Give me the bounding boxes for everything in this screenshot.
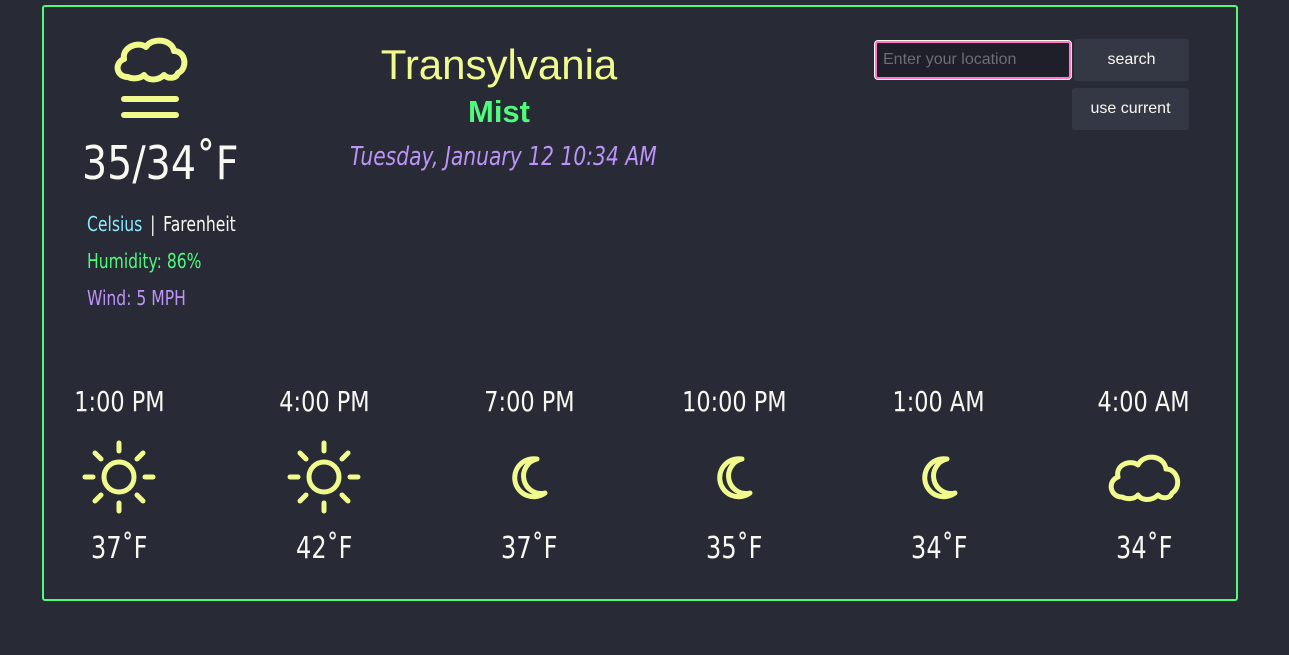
forecast-time: 1:00 PM bbox=[73, 385, 165, 418]
forecast-temperature: 34˚F bbox=[910, 531, 968, 566]
forecast-item: 4:00 PM 42˚F bbox=[249, 379, 399, 579]
current-temperature: 35/34˚F bbox=[82, 136, 239, 190]
sun-icon bbox=[287, 440, 361, 514]
forecast-temperature: 37˚F bbox=[500, 531, 558, 566]
weather-card: 35/34˚F Celsius | Farenheit Humidity: 86% … bbox=[42, 5, 1238, 601]
unit-toggle: Celsius | Farenheit bbox=[87, 211, 236, 237]
forecast-item: 1:00 PM 37˚F bbox=[44, 379, 194, 579]
forecast-temperature: 35˚F bbox=[705, 531, 763, 566]
unit-separator: | bbox=[150, 212, 156, 236]
wind-text: Wind: 5 MPH bbox=[87, 286, 186, 310]
use-current-button[interactable]: use current bbox=[1072, 88, 1189, 130]
cloud-icon bbox=[1108, 454, 1181, 502]
moon-icon bbox=[717, 456, 753, 500]
humidity-text: Humidity: 86% bbox=[87, 249, 202, 273]
forecast-item: 4:00 AM 34˚F bbox=[1069, 379, 1219, 579]
city-name: Transylvania bbox=[380, 41, 618, 88]
date-time: Tuesday, January 12 10:34 AM bbox=[350, 142, 657, 172]
location-search-input[interactable] bbox=[874, 40, 1072, 80]
celsius-link[interactable]: Celsius bbox=[87, 212, 142, 236]
fahrenheit-link[interactable]: Farenheit bbox=[163, 212, 236, 236]
forecast-temperature: 37˚F bbox=[90, 531, 148, 566]
forecast-time: 1:00 AM bbox=[892, 385, 986, 418]
forecast-temperature: 34˚F bbox=[1115, 531, 1173, 566]
forecast-item: 1:00 AM 34˚F bbox=[864, 379, 1014, 579]
search-button[interactable]: search bbox=[1074, 39, 1189, 81]
forecast-time: 4:00 AM bbox=[1097, 385, 1191, 418]
forecast-time: 10:00 PM bbox=[681, 385, 787, 418]
moon-icon bbox=[512, 456, 548, 500]
forecast-item: 7:00 PM 37˚F bbox=[454, 379, 604, 579]
forecast-temperature: 42˚F bbox=[295, 531, 353, 566]
weather-condition: Mist bbox=[468, 94, 530, 129]
forecast-time: 4:00 PM bbox=[278, 385, 370, 418]
fog-cloud-icon bbox=[114, 37, 188, 118]
forecast-time: 7:00 PM bbox=[483, 385, 575, 418]
forecast-item: 10:00 PM 35˚F bbox=[659, 379, 809, 579]
moon-icon bbox=[922, 456, 958, 500]
sun-icon bbox=[82, 440, 156, 514]
